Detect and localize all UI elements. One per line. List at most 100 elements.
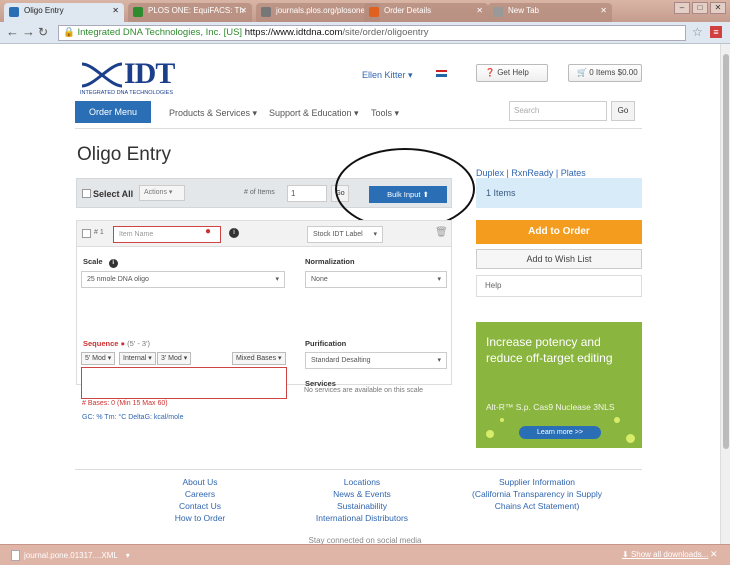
page-scrollbar[interactable]: [720, 44, 730, 544]
footer-link-how-to-order[interactable]: How to Order: [164, 512, 236, 524]
decorative-dot: [486, 430, 494, 438]
nav-products-services[interactable]: Products & Services ▾: [169, 108, 257, 119]
purification-select[interactable]: Standard Desalting ▾: [305, 352, 447, 369]
back-arrow-icon[interactable]: ←: [6, 25, 19, 39]
lock-icon: 🔒: [63, 27, 75, 38]
oligo-entry-form: # 1 Item Name ● i Stock IDT Label ▾ 🗑 Sc…: [76, 220, 452, 399]
idt-logo[interactable]: IDT INTEGRATED DNA TECHNOLOGIES: [80, 58, 200, 97]
normalization-select-value: None: [311, 276, 328, 283]
cas9-ad-banner[interactable]: Increase potency and reduce off-target e…: [476, 322, 642, 448]
close-tab-icon[interactable]: ✕: [240, 6, 247, 15]
web-page: IDT INTEGRATED DNA TECHNOLOGIES Ellen Ki…: [0, 44, 730, 544]
annotation-circle: [335, 148, 475, 230]
footer-link-locations[interactable]: Locations: [302, 476, 422, 488]
footer-col-supplier: Supplier Information (California Transpa…: [452, 476, 622, 512]
cart-button[interactable]: 🛒 0 Items $0.00: [568, 64, 642, 82]
tab-order-details[interactable]: Order Details ✕: [364, 3, 488, 22]
footer-col-company: About Us Careers Contact Us How to Order: [164, 476, 236, 524]
gc-tm-deltag-links[interactable]: GC: % Tm: °C DeltaG: kcal/mole: [82, 414, 183, 421]
ad-headline-2: reduce off-target editing: [486, 351, 613, 365]
close-tab-icon[interactable]: ✕: [112, 6, 119, 15]
maximize-icon[interactable]: □: [692, 2, 708, 14]
order-type-links[interactable]: Duplex | RxnReady | Plates: [476, 168, 586, 178]
mixed-bases-button[interactable]: Mixed Bases ▾: [232, 352, 286, 365]
learn-more-button[interactable]: Learn more >>: [519, 426, 601, 439]
url-path: /site/order/oligoentry: [342, 27, 429, 38]
tab-label: New Tab: [508, 6, 539, 15]
normalization-select[interactable]: None ▾: [305, 271, 447, 288]
actions-dropdown[interactable]: Actions ▾: [139, 185, 185, 201]
logo-subtitle: INTEGRATED DNA TECHNOLOGIES: [80, 90, 174, 96]
order-menu-button[interactable]: Order Menu: [75, 101, 151, 123]
scale-info-icon[interactable]: i: [108, 259, 118, 268]
label-select[interactable]: Stock IDT Label ▾: [307, 226, 383, 243]
close-download-bar-icon[interactable]: ✕: [710, 549, 718, 560]
num-items-input[interactable]: 1: [287, 185, 327, 202]
tab-oligo-entry[interactable]: Oligo Entry ✕: [4, 3, 124, 22]
forward-arrow-icon[interactable]: →: [22, 25, 35, 39]
search-input[interactable]: Search: [509, 101, 607, 121]
sequence-input[interactable]: [81, 367, 287, 399]
close-tab-icon[interactable]: ✕: [476, 6, 483, 15]
tab-journals-plos[interactable]: journals.plos.org/plosone ✕: [256, 3, 380, 22]
us-flag-icon[interactable]: [436, 70, 447, 77]
bases-count: # Bases: 0 (Min 15 Max 60): [82, 400, 168, 407]
info-icon[interactable]: i: [229, 228, 239, 238]
browser-toolbar: ← → ↻ 🔒 Integrated DNA Technologies, Inc…: [0, 22, 730, 44]
scale-select[interactable]: 25 nmole DNA oligo ▾: [81, 271, 285, 288]
minimize-icon[interactable]: –: [674, 2, 690, 14]
tab-plos-one[interactable]: PLOS ONE: EquiFACS: Th ✕: [128, 3, 252, 22]
five-prime-mod-button[interactable]: 5' Mod ▾: [81, 352, 116, 365]
footer-link-transparency-2[interactable]: Chains Act Statement): [452, 500, 622, 512]
bookmark-star-icon[interactable]: ☆: [692, 25, 703, 39]
footer-link-transparency[interactable]: (California Transparency in Supply: [452, 488, 622, 500]
download-item[interactable]: journal.pone.01317....XML ▾: [8, 548, 133, 563]
footer-link-sustainability[interactable]: Sustainability: [302, 500, 422, 512]
item-checkbox[interactable]: [82, 229, 91, 238]
url-host: https://www.idtdna.com: [244, 27, 343, 38]
ad-body: Alt-R™ S.p. Cas9 Nuclease 3NLS: [486, 402, 615, 412]
chevron-down-icon: ▾: [437, 276, 441, 283]
chevron-down-icon[interactable]: ▾: [126, 551, 130, 560]
page-title: Oligo Entry: [77, 144, 171, 165]
sequence-label-text: Sequence: [83, 339, 119, 348]
select-all-checkbox[interactable]: [82, 189, 91, 198]
dna-helix-logo-icon: [81, 62, 123, 88]
browser-menu-icon[interactable]: ≡: [710, 26, 722, 38]
search-go-button[interactable]: Go: [611, 101, 635, 121]
select-all-label: Select All: [93, 189, 134, 199]
get-help-button[interactable]: ❓ Get Help: [476, 64, 548, 82]
tab-new-tab[interactable]: New Tab ✕: [488, 3, 612, 22]
scale-label-text: Scale: [83, 257, 103, 266]
add-to-order-button[interactable]: Add to Order: [476, 220, 642, 244]
nav-support-education[interactable]: Support & Education ▾: [269, 108, 359, 119]
show-all-downloads-label: Show all downloads...: [630, 550, 709, 559]
cart-icon: 🛒: [577, 68, 587, 77]
footer-link-news-events[interactable]: News & Events: [302, 488, 422, 500]
idt-favicon-icon: [9, 7, 19, 17]
nav-tools[interactable]: Tools ▾: [371, 108, 399, 119]
internal-mod-button[interactable]: Internal ▾: [119, 352, 156, 365]
secure-site-label: Integrated DNA Technologies, Inc. [US]: [77, 27, 243, 38]
help-circle-icon: ❓: [485, 68, 495, 77]
cart-label: 0 Items $0.00: [589, 68, 638, 77]
show-all-downloads-link[interactable]: ⬇ Show all downloads...: [622, 550, 708, 559]
trash-icon[interactable]: 🗑: [435, 227, 448, 238]
address-bar[interactable]: 🔒 Integrated DNA Technologies, Inc. [US]…: [58, 25, 686, 41]
footer-link-careers[interactable]: Careers: [164, 488, 236, 500]
footer-link-about-us[interactable]: About Us: [164, 476, 236, 488]
reload-icon[interactable]: ↻: [38, 25, 48, 39]
chevron-down-icon: ▾: [275, 276, 279, 283]
window-controls: – □ ✕: [674, 2, 726, 14]
three-prime-mod-button[interactable]: 3' Mod ▾: [157, 352, 192, 365]
footer-link-contact-us[interactable]: Contact Us: [164, 500, 236, 512]
help-panel[interactable]: Help: [476, 275, 642, 297]
decorative-dot: [614, 417, 620, 423]
close-window-icon[interactable]: ✕: [710, 2, 726, 14]
footer-link-distributors[interactable]: International Distributors: [302, 512, 422, 524]
scrollbar-thumb[interactable]: [723, 54, 729, 449]
footer-link-supplier-info[interactable]: Supplier Information: [452, 476, 622, 488]
close-tab-icon[interactable]: ✕: [600, 6, 607, 15]
add-to-wish-list-button[interactable]: Add to Wish List: [476, 249, 642, 269]
user-menu[interactable]: Ellen Kitter ▾: [362, 70, 413, 81]
